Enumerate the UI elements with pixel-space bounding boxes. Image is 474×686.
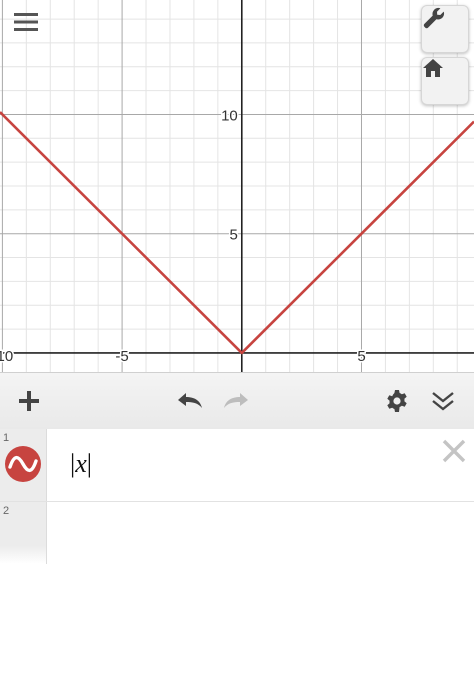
expression-list: 1 |x| 2 bbox=[0, 429, 474, 569]
home-icon bbox=[423, 59, 443, 77]
delete-expression-button[interactable] bbox=[440, 437, 468, 465]
plus-icon bbox=[19, 391, 39, 411]
undo-button[interactable] bbox=[171, 383, 207, 419]
expression-gutter: 2 bbox=[0, 502, 47, 564]
redo-button[interactable] bbox=[219, 383, 255, 419]
expression-number: 2 bbox=[3, 505, 10, 517]
graph-plot[interactable]: -10 -5 5 5 10 bbox=[0, 0, 474, 372]
collapse-list-button[interactable] bbox=[425, 383, 461, 419]
x-tick-label: -5 bbox=[115, 348, 128, 365]
close-icon bbox=[442, 439, 466, 463]
add-item-button[interactable] bbox=[11, 383, 47, 419]
menu-button[interactable] bbox=[14, 12, 44, 42]
zoom-home-button[interactable] bbox=[421, 57, 469, 105]
settings-button[interactable] bbox=[379, 383, 415, 419]
hamburger-menu-icon bbox=[14, 13, 38, 31]
x-tick-label: 5 bbox=[357, 348, 365, 365]
y-tick-label: 5 bbox=[229, 227, 237, 244]
graph-color-icon[interactable] bbox=[4, 445, 42, 483]
wrench-icon bbox=[423, 7, 445, 29]
expression-formula[interactable]: |x| bbox=[70, 449, 92, 479]
gear-icon bbox=[387, 390, 407, 412]
y-tick-label: 10 bbox=[221, 107, 238, 124]
expression-row-2[interactable]: 2 bbox=[0, 502, 474, 564]
formula-bar-right: | bbox=[86, 449, 92, 478]
redo-icon bbox=[224, 393, 248, 408]
graph-canvas[interactable]: -10 -5 5 5 10 bbox=[0, 0, 474, 372]
expression-toolbar bbox=[0, 372, 474, 430]
formula-variable: x bbox=[75, 449, 87, 478]
undo-icon bbox=[178, 393, 202, 408]
expression-number: 1 bbox=[3, 432, 10, 444]
double-chevron-down-icon bbox=[432, 392, 454, 411]
expression-gutter: 1 bbox=[0, 429, 47, 501]
graph-settings-button[interactable] bbox=[421, 5, 469, 53]
expression-row-1[interactable]: 1 |x| bbox=[0, 429, 474, 502]
x-tick-label: -10 bbox=[0, 348, 13, 365]
